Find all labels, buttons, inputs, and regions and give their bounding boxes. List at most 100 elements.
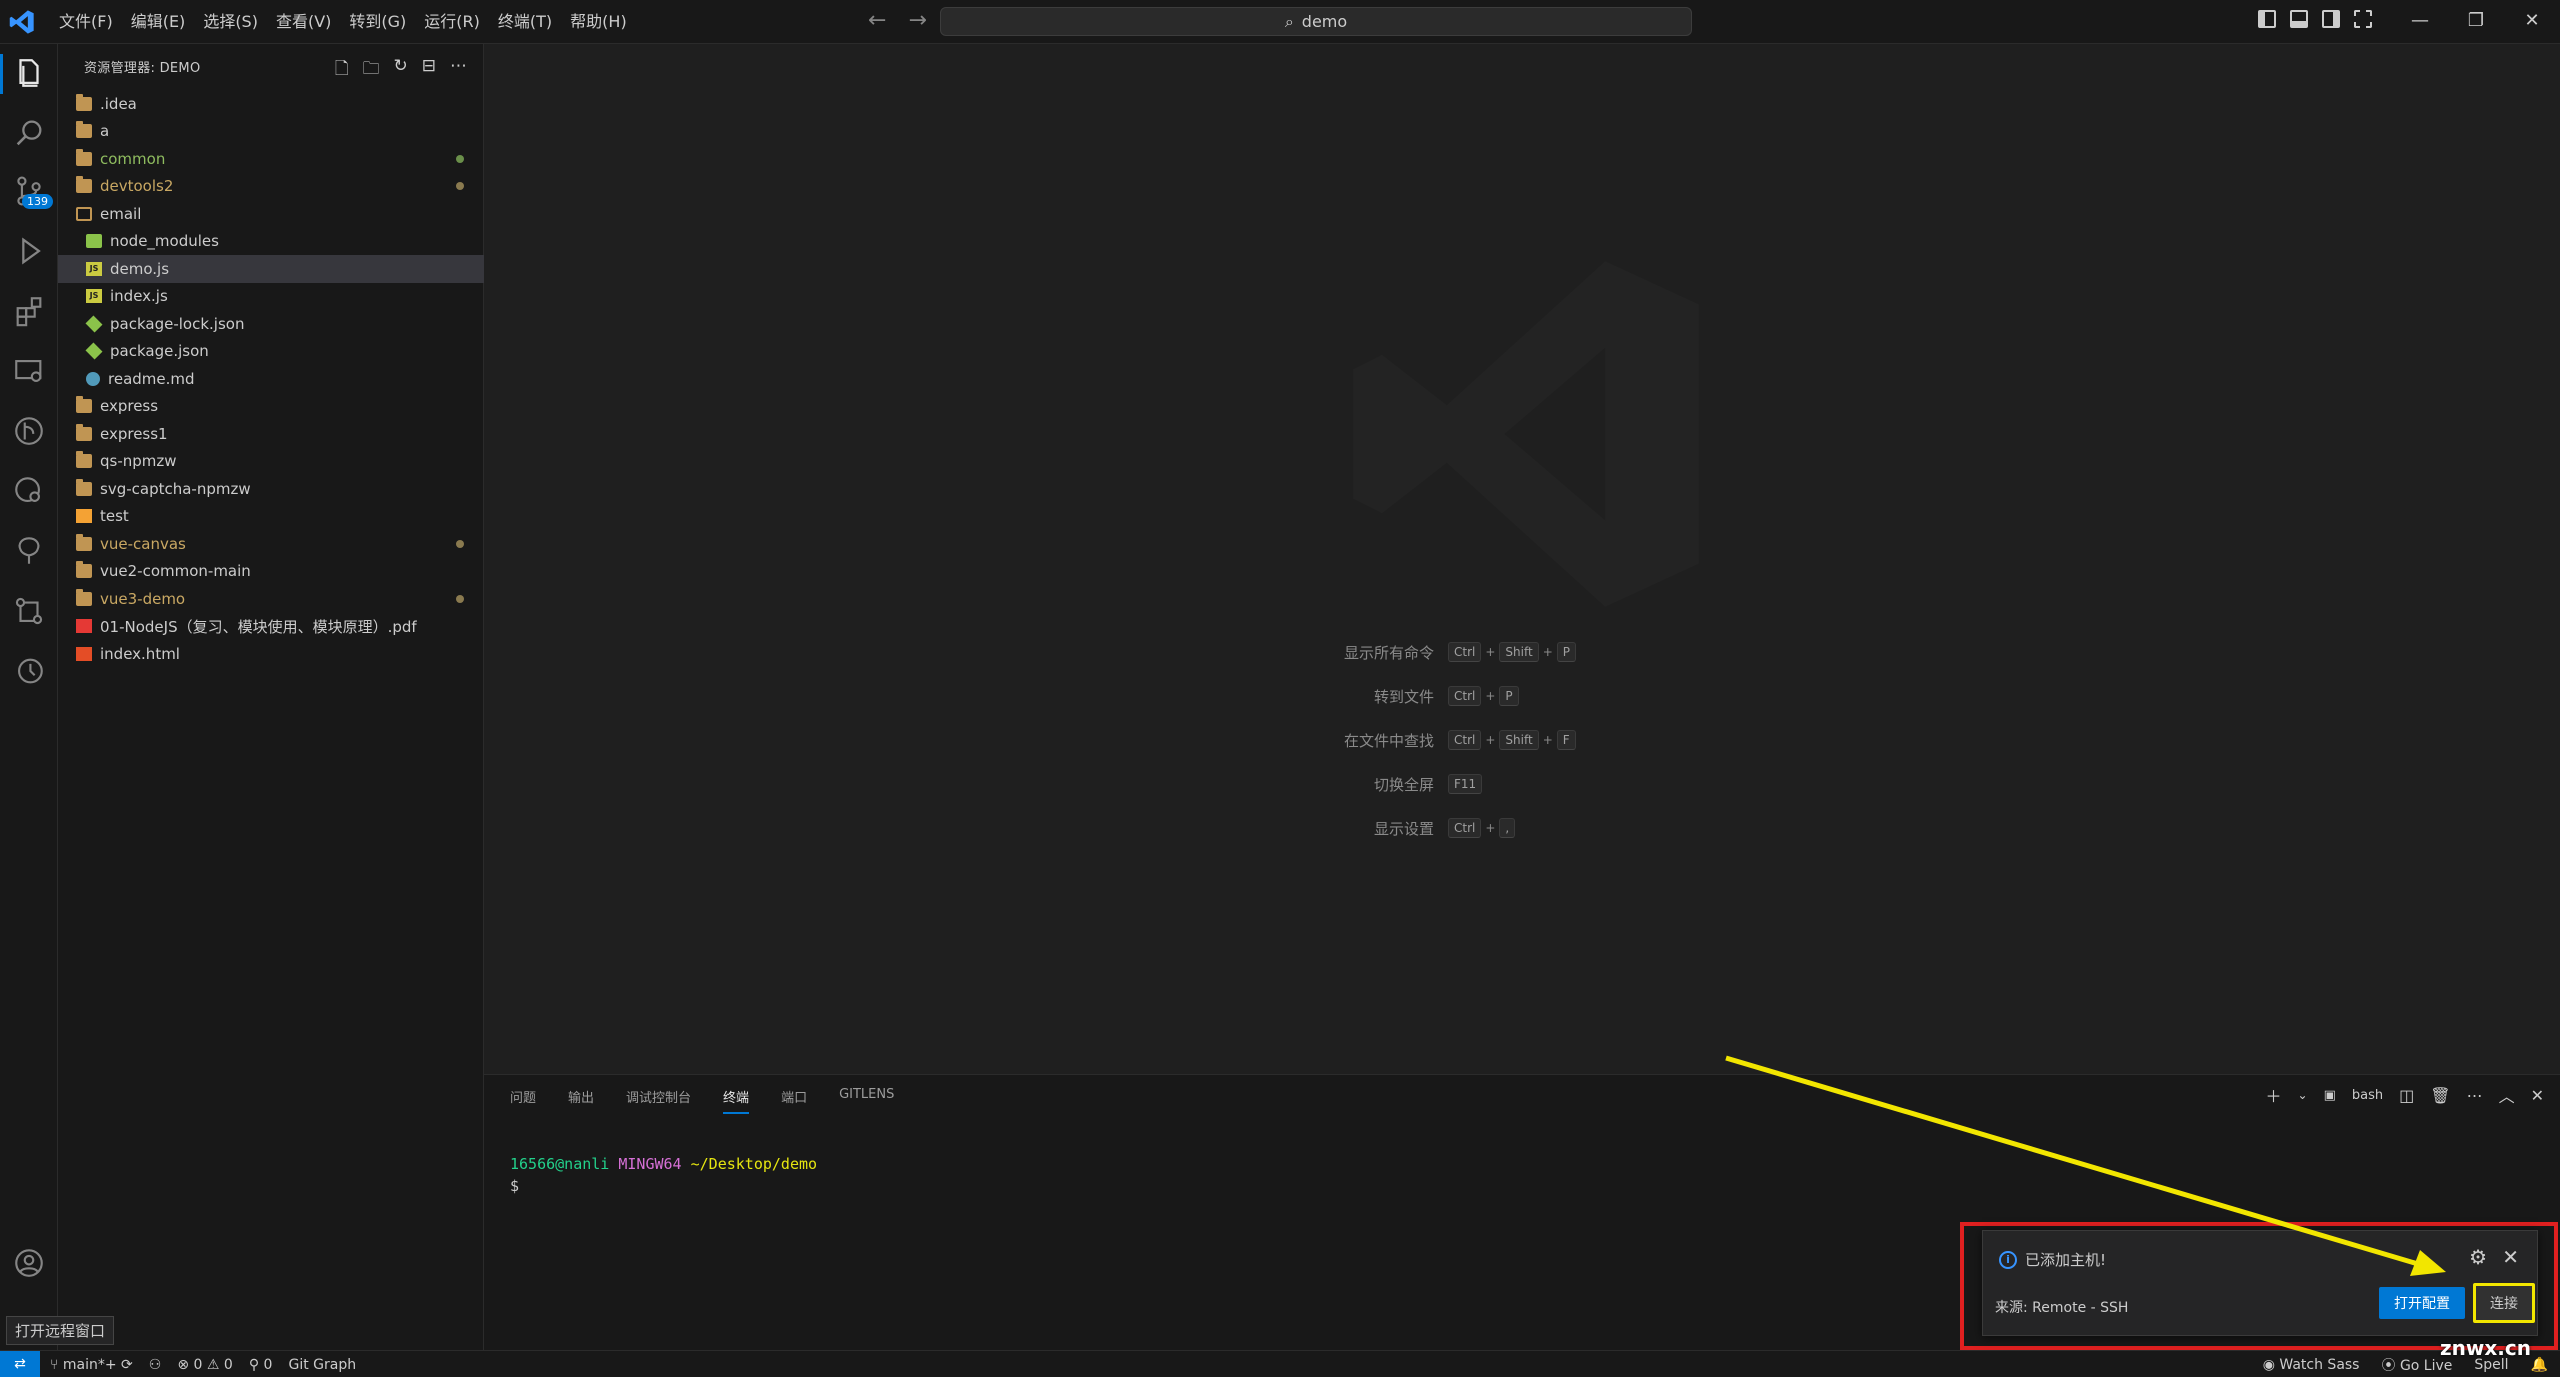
tree-item[interactable]: svg-captcha-npmzw bbox=[58, 475, 484, 503]
search-icon: ⌕ bbox=[1284, 11, 1294, 31]
tree-item[interactable]: email bbox=[58, 200, 484, 228]
tree-item[interactable]: package.json bbox=[58, 338, 484, 366]
tree-item[interactable]: vue3-demo bbox=[58, 585, 484, 613]
remote-indicator-button[interactable]: ⇄ bbox=[0, 1351, 40, 1377]
timeline-icon[interactable] bbox=[12, 654, 46, 688]
customize-layout-icon[interactable] bbox=[2354, 10, 2372, 28]
connect-button[interactable]: 连接 bbox=[2473, 1283, 2535, 1323]
new-folder-icon[interactable]: 🗀 bbox=[363, 56, 380, 85]
tree-item[interactable]: vue-canvas bbox=[58, 530, 484, 558]
new-file-icon[interactable]: 🗋 bbox=[335, 56, 349, 85]
tree-item[interactable]: .idea bbox=[58, 90, 484, 118]
close-icon[interactable]: ✕ bbox=[2502, 1245, 2519, 1269]
tree-item[interactable]: readme.md bbox=[58, 365, 484, 393]
toggle-primary-sidebar-icon[interactable] bbox=[2258, 10, 2276, 28]
tree-item[interactable]: 01-NodeJS（复习、模块使用、模块原理）.pdf bbox=[58, 613, 484, 641]
remote-explorer-icon[interactable] bbox=[12, 354, 46, 388]
menu-edit[interactable]: 编辑(E) bbox=[122, 0, 195, 44]
watch-sass-item[interactable]: ◉ Watch Sass bbox=[2263, 1357, 2360, 1373]
back-arrow-icon[interactable]: ← bbox=[868, 8, 886, 33]
tab-gitlens[interactable]: GITLENS bbox=[839, 1087, 894, 1114]
extensions-icon[interactable] bbox=[12, 294, 46, 328]
trash-icon[interactable]: 🗑 bbox=[2430, 1086, 2450, 1105]
tree-item[interactable]: test bbox=[58, 503, 484, 531]
gear-icon[interactable]: ⚙ bbox=[2469, 1245, 2487, 1269]
tree-item[interactable]: express1 bbox=[58, 420, 484, 448]
menu-selection[interactable]: 选择(S) bbox=[194, 0, 267, 44]
pkg-icon bbox=[85, 315, 103, 333]
tree-item[interactable]: a bbox=[58, 118, 484, 146]
new-terminal-icon[interactable]: ＋ bbox=[2266, 1083, 2282, 1107]
minimize-icon[interactable]: — bbox=[2392, 0, 2448, 44]
account-icon[interactable] bbox=[12, 1246, 46, 1280]
tab-output[interactable]: 输出 bbox=[568, 1087, 594, 1114]
tab-ports[interactable]: 端口 bbox=[781, 1087, 807, 1114]
branch-item[interactable]: ⑂ main*+ ⟳ bbox=[50, 1357, 133, 1373]
menu-terminal[interactable]: 终端(T) bbox=[489, 0, 561, 44]
folder-icon bbox=[76, 176, 92, 194]
panel-actions: ＋ ⌄ ▣ bash ◫ 🗑 ⋯ ︿ ✕ bbox=[2266, 1083, 2544, 1107]
menu-file[interactable]: 文件(F) bbox=[50, 0, 122, 44]
tree-item[interactable]: node_modules bbox=[58, 228, 484, 256]
tree-item[interactable]: devtools2 bbox=[58, 173, 484, 201]
tree-item[interactable]: common bbox=[58, 145, 484, 173]
restore-icon[interactable]: ❐ bbox=[2448, 0, 2504, 44]
title-bar: 文件(F) 编辑(E) 选择(S) 查看(V) 转到(G) 运行(R) 终端(T… bbox=[0, 0, 2560, 44]
toggle-panel-icon[interactable] bbox=[2290, 10, 2308, 28]
tree-item[interactable]: JS index.js bbox=[58, 283, 484, 311]
tree-item[interactable]: package-lock.json bbox=[58, 310, 484, 338]
menu-help[interactable]: 帮助(H) bbox=[561, 0, 636, 44]
keycap: Ctrl bbox=[1448, 818, 1482, 838]
source-control-status-icon[interactable]: ⚇ bbox=[149, 1357, 162, 1373]
refresh-icon[interactable]: ↻ bbox=[394, 56, 408, 85]
problems-item[interactable]: ⊗ 0 ⚠ 0 bbox=[177, 1357, 233, 1373]
command-center[interactable]: ⌕ demo bbox=[940, 7, 1692, 36]
gitlens-icon[interactable] bbox=[12, 414, 46, 448]
bell-icon[interactable]: 🔔 bbox=[2531, 1357, 2548, 1373]
key-separator: + bbox=[1485, 689, 1496, 703]
git-graph-status[interactable]: Git Graph bbox=[288, 1357, 356, 1373]
gitlens-inspect-icon[interactable] bbox=[12, 474, 46, 508]
shortcut-keys: Ctrl + Shift + P bbox=[1448, 642, 1577, 662]
close-window-icon[interactable]: ✕ bbox=[2504, 0, 2560, 44]
ports-item[interactable]: ⚲ 0 bbox=[249, 1357, 273, 1373]
tree-item[interactable]: express bbox=[58, 393, 484, 421]
menu-view[interactable]: 查看(V) bbox=[267, 0, 340, 44]
toggle-secondary-sidebar-icon[interactable] bbox=[2322, 10, 2340, 28]
tree-item-label: express bbox=[100, 397, 159, 416]
open-config-button[interactable]: 打开配置 bbox=[2379, 1287, 2465, 1319]
tree-item[interactable]: index.html bbox=[58, 640, 484, 668]
tree-item[interactable]: vue2-common-main bbox=[58, 558, 484, 586]
tree-item-label: a bbox=[100, 122, 110, 141]
tab-problems[interactable]: 问题 bbox=[510, 1087, 536, 1114]
tree-item-label: readme.md bbox=[108, 369, 195, 388]
collapse-all-icon[interactable]: ⊟ bbox=[422, 56, 436, 85]
search-view-icon[interactable] bbox=[12, 116, 46, 150]
tree-item-label: .idea bbox=[100, 94, 137, 113]
close-panel-icon[interactable]: ✕ bbox=[2531, 1086, 2544, 1105]
terminal-output[interactable]: 16566@nanli MINGW64 ~/Desktop/demo $ bbox=[510, 1153, 817, 1197]
more-actions-icon[interactable]: ⋯ bbox=[450, 56, 467, 85]
tab-terminal[interactable]: 终端 bbox=[723, 1087, 750, 1114]
warning-count: 0 bbox=[223, 1356, 233, 1373]
maximize-panel-icon[interactable]: ︿ bbox=[2499, 1083, 2515, 1107]
shell-name[interactable]: bash bbox=[2352, 1088, 2383, 1103]
menu-run[interactable]: 运行(R) bbox=[415, 0, 489, 44]
terminal-prompt: $ bbox=[510, 1177, 520, 1195]
menu-go[interactable]: 转到(G) bbox=[340, 0, 415, 44]
tree-item-label: svg-captcha-npmzw bbox=[100, 479, 251, 498]
explorer-icon[interactable] bbox=[12, 56, 46, 90]
chevron-down-icon[interactable]: ⌄ bbox=[2298, 1088, 2308, 1102]
tree-icon[interactable] bbox=[12, 534, 46, 568]
folder-icon bbox=[76, 588, 92, 606]
split-terminal-icon[interactable]: ◫ bbox=[2399, 1086, 2414, 1105]
git-graph-icon[interactable] bbox=[12, 594, 46, 628]
tree-item[interactable]: JS demo.js bbox=[58, 255, 484, 283]
explorer-sidebar: 资源管理器: DEMO 🗋 🗀 ↻ ⊟ ⋯ .idea a common devtoo… bbox=[58, 44, 484, 1350]
tree-item[interactable]: qs-npmzw bbox=[58, 448, 484, 476]
run-debug-icon[interactable] bbox=[12, 234, 46, 268]
more-actions-icon[interactable]: ⋯ bbox=[2467, 1086, 2483, 1105]
pdf-icon bbox=[76, 619, 92, 634]
forward-arrow-icon[interactable]: → bbox=[908, 8, 926, 33]
tab-debug-console[interactable]: 调试控制台 bbox=[626, 1087, 691, 1114]
